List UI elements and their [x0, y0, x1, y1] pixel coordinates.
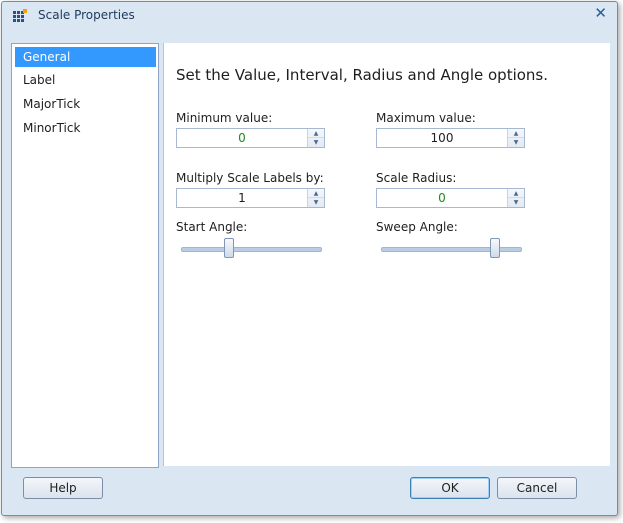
grid-app-icon: [13, 9, 27, 22]
minimum-value-input[interactable]: [177, 129, 307, 147]
title-bar: Scale Properties ✕: [2, 2, 617, 28]
sweep-angle-slider[interactable]: [381, 238, 522, 260]
sidebar-item-minortick[interactable]: MinorTick: [15, 118, 156, 138]
scale-radius-spinner: ▲ ▼: [376, 188, 525, 208]
window-title: Scale Properties: [38, 8, 135, 22]
multiply-scale-labels-label: Multiply Scale Labels by:: [176, 171, 324, 185]
scale-radius-label: Scale Radius:: [376, 171, 457, 185]
spin-down-icon[interactable]: ▼: [308, 198, 324, 207]
general-panel: Set the Value, Interval, Radius and Angl…: [163, 43, 610, 466]
minimum-value-spinner: ▲ ▼: [176, 128, 325, 148]
spin-down-icon[interactable]: ▼: [508, 198, 524, 207]
start-angle-track: [181, 247, 322, 252]
maximum-value-spin-buttons: ▲ ▼: [507, 129, 524, 147]
scale-radius-input[interactable]: [377, 189, 507, 207]
sidebar-item-general[interactable]: General: [15, 47, 156, 67]
ok-button[interactable]: OK: [410, 477, 490, 499]
cancel-button[interactable]: Cancel: [497, 477, 577, 499]
multiply-scale-labels-spinner: ▲ ▼: [176, 188, 325, 208]
multiply-scale-labels-input[interactable]: [177, 189, 307, 207]
sweep-angle-label: Sweep Angle:: [376, 220, 458, 234]
maximum-value-input[interactable]: [377, 129, 507, 147]
sweep-angle-track: [381, 247, 522, 252]
maximum-value-label: Maximum value:: [376, 111, 476, 125]
minimum-value-label: Minimum value:: [176, 111, 273, 125]
start-angle-thumb[interactable]: [224, 238, 234, 258]
spin-up-icon[interactable]: ▲: [308, 189, 324, 198]
maximum-value-spinner: ▲ ▼: [376, 128, 525, 148]
spin-down-icon[interactable]: ▼: [508, 138, 524, 147]
multiply-spin-buttons: ▲ ▼: [307, 189, 324, 207]
spin-up-icon[interactable]: ▲: [508, 129, 524, 138]
spin-up-icon[interactable]: ▲: [308, 129, 324, 138]
sidebar-item-label[interactable]: Label: [15, 70, 156, 90]
minimum-value-spin-buttons: ▲ ▼: [307, 129, 324, 147]
sidebar-item-majortick[interactable]: MajorTick: [15, 94, 156, 114]
sweep-angle-thumb[interactable]: [490, 238, 500, 258]
help-button[interactable]: Help: [23, 477, 103, 499]
spin-up-icon[interactable]: ▲: [508, 189, 524, 198]
spin-down-icon[interactable]: ▼: [308, 138, 324, 147]
start-angle-slider[interactable]: [181, 238, 322, 260]
close-icon[interactable]: ✕: [594, 4, 607, 22]
category-list: General Label MajorTick MinorTick: [11, 43, 159, 468]
scale-properties-dialog: Scale Properties ✕ General Label MajorTi…: [1, 1, 618, 516]
scale-radius-spin-buttons: ▲ ▼: [507, 189, 524, 207]
start-angle-label: Start Angle:: [176, 220, 248, 234]
panel-heading: Set the Value, Interval, Radius and Angl…: [176, 66, 549, 84]
